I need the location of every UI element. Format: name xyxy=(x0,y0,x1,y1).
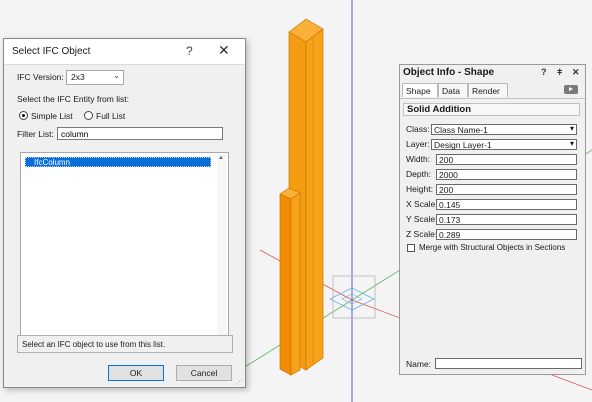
resize-grip-icon[interactable]: ⋰ xyxy=(236,378,243,386)
z-scale-label: Z Scale: xyxy=(406,229,438,239)
depth-field[interactable]: 2000 xyxy=(436,169,577,180)
ok-button[interactable]: OK xyxy=(108,365,164,381)
tab-shape[interactable]: Shape xyxy=(402,83,438,97)
width-label: Width: xyxy=(406,154,431,164)
select-ifc-object-dialog: Select IFC Object ? ✕ IFC Version: 2x3 ⌄… xyxy=(3,38,246,388)
simple-list-radio[interactable] xyxy=(19,111,28,120)
close-icon[interactable]: ✕ xyxy=(218,42,230,59)
close-icon[interactable]: ✕ xyxy=(572,67,580,78)
class-select[interactable]: Class Name-1 ▾ xyxy=(431,124,577,135)
dropdown-arrow-icon: ▾ xyxy=(569,139,574,148)
depth-label: Depth: xyxy=(406,169,432,179)
merge-structural-checkbox[interactable] xyxy=(407,244,415,252)
ifc-version-label: IFC Version: xyxy=(17,72,64,82)
x-scale-field[interactable]: 0.145 xyxy=(436,199,577,210)
list-item[interactable]: IfcColumn xyxy=(25,157,211,167)
z-scale-field[interactable]: 0.289 xyxy=(436,229,577,240)
full-list-radio[interactable] xyxy=(84,111,93,120)
tab-data[interactable]: Data xyxy=(438,83,468,97)
object-info-palette: Object Info - Shape ? ǂ ✕ Shape Data Ren… xyxy=(399,64,586,375)
dropdown-arrow-icon: ▾ xyxy=(569,124,574,133)
layer-label: Layer: xyxy=(406,139,430,149)
shape-pane: Solid Addition Class: Class Name-1 ▾ Lay… xyxy=(400,98,585,354)
palette-title: Object Info - Shape xyxy=(403,67,495,78)
cancel-button[interactable]: Cancel xyxy=(176,365,232,381)
layer-select[interactable]: Design Layer-1 ▾ xyxy=(431,139,577,150)
merge-structural-label[interactable]: Merge with Structural Objects in Section… xyxy=(419,243,565,252)
class-value: Class Name-1 xyxy=(434,125,488,135)
width-field[interactable]: 200 xyxy=(436,154,577,165)
full-list-label[interactable]: Full List xyxy=(96,111,125,121)
help-icon[interactable]: ? xyxy=(541,67,547,77)
name-label: Name: xyxy=(406,359,432,369)
filter-list-input[interactable] xyxy=(57,127,223,140)
ifc-entity-list[interactable]: IfcColumn ▲ ▼ xyxy=(20,152,229,348)
palette-title-bar[interactable]: Object Info - Shape ? ǂ ✕ xyxy=(400,65,585,81)
list-scrollbar[interactable]: ▲ ▼ xyxy=(217,154,227,346)
dialog-title: Select IFC Object xyxy=(12,46,91,57)
y-scale-field[interactable]: 0.173 xyxy=(436,214,577,225)
height-label: Height: xyxy=(406,184,433,194)
dialog-title-bar[interactable]: Select IFC Object ? ✕ xyxy=(4,39,245,65)
layer-value: Design Layer-1 xyxy=(434,140,492,150)
y-scale-label: Y Scale: xyxy=(406,214,438,224)
height-field[interactable]: 200 xyxy=(436,184,577,195)
status-message: Select an IFC object to use from this li… xyxy=(22,340,166,349)
tab-render[interactable]: Render xyxy=(468,83,508,97)
scroll-up-icon[interactable]: ▲ xyxy=(218,155,224,161)
ifc-version-select[interactable]: 2x3 ⌄ xyxy=(66,70,124,85)
x-scale-label: X Scale: xyxy=(406,199,438,209)
help-icon[interactable]: ? xyxy=(186,44,193,58)
filter-list-label: Filter List: xyxy=(17,129,54,139)
class-label: Class: xyxy=(406,124,430,134)
simple-list-label[interactable]: Simple List xyxy=(31,111,73,121)
object-type-header: Solid Addition xyxy=(403,103,580,116)
select-entity-label: Select the IFC Entity from list: xyxy=(17,94,129,104)
status-message-box: Select an IFC object to use from this li… xyxy=(17,335,233,353)
name-field[interactable] xyxy=(435,358,582,369)
tab-scroll-right-icon[interactable] xyxy=(564,85,578,94)
pin-icon[interactable]: ǂ xyxy=(557,67,562,77)
ifc-version-value: 2x3 xyxy=(71,72,85,82)
chevron-down-icon: ⌄ xyxy=(113,71,120,80)
